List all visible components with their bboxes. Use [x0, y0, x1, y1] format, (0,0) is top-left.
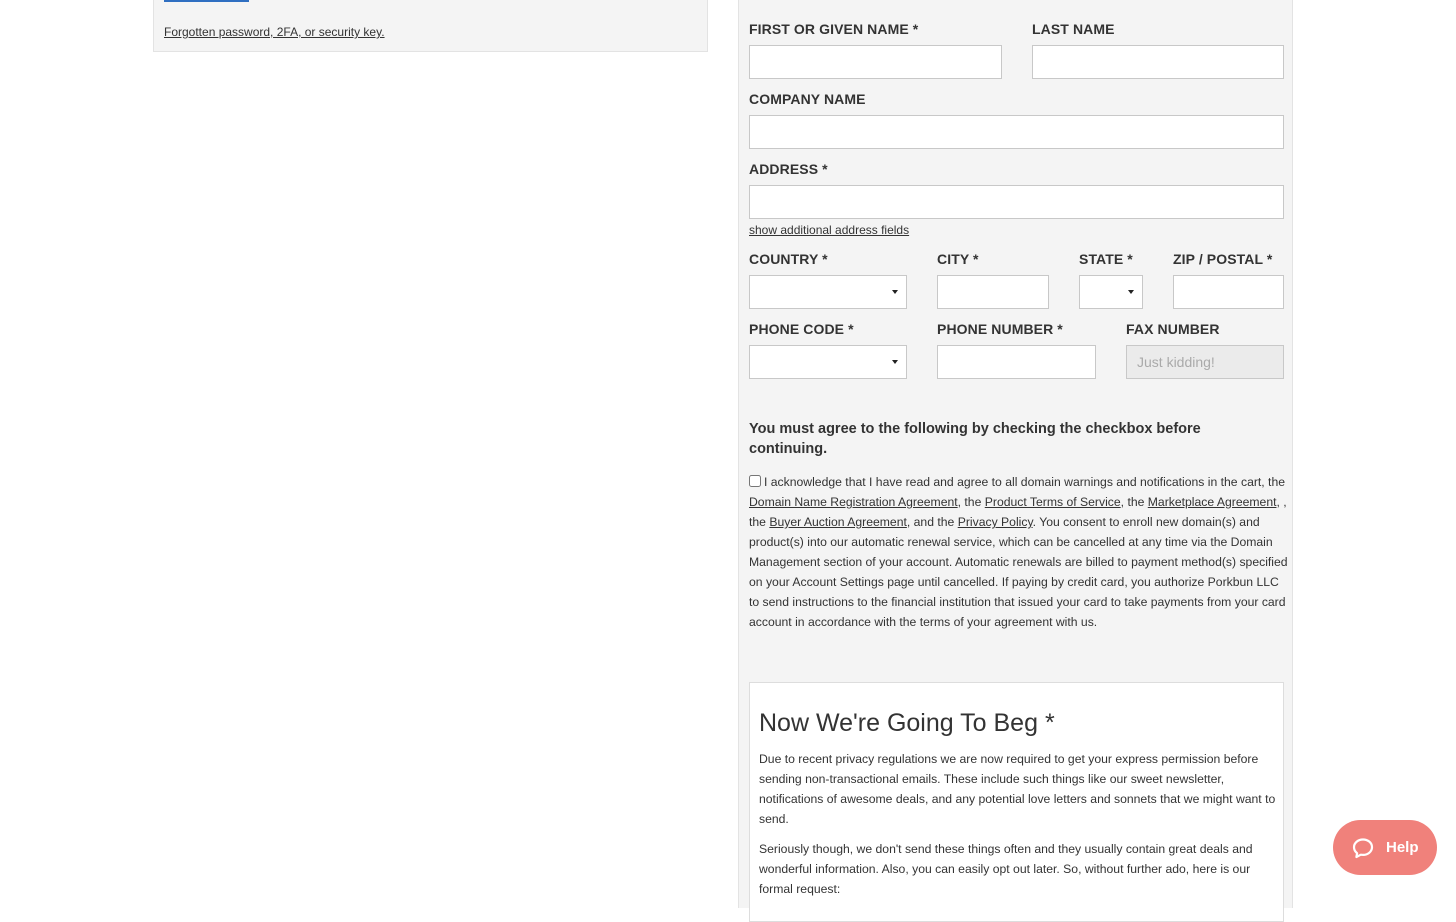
- last-name-label: LAST NAME: [1032, 21, 1115, 37]
- zip-input[interactable]: [1173, 275, 1284, 309]
- product-terms-link[interactable]: Product Terms of Service: [985, 495, 1121, 509]
- agreement-text-part: , the: [957, 495, 985, 509]
- fax-number-input: [1126, 345, 1284, 379]
- login-panel: Forgotten password, 2FA, or security key…: [153, 0, 708, 52]
- phone-code-select[interactable]: [749, 345, 907, 379]
- phone-number-input[interactable]: [937, 345, 1096, 379]
- agreement-text-part: , the: [1120, 495, 1148, 509]
- company-name-input[interactable]: [749, 115, 1284, 149]
- agreement-checkbox[interactable]: [749, 475, 761, 487]
- state-select[interactable]: [1079, 275, 1143, 309]
- email-consent-title: Now We're Going To Beg *: [759, 709, 1055, 737]
- chevron-down-icon: [892, 290, 898, 294]
- company-name-label: COMPANY NAME: [749, 91, 866, 107]
- address-label: ADDRESS *: [749, 161, 828, 177]
- registration-agreement-link[interactable]: Domain Name Registration Agreement: [749, 495, 958, 509]
- agreement-text-part: , and the: [906, 515, 958, 529]
- last-name-input[interactable]: [1032, 45, 1284, 79]
- email-consent-paragraph: Due to recent privacy regulations we are…: [759, 752, 1276, 826]
- marketplace-agreement-link[interactable]: Marketplace Agreement: [1148, 495, 1277, 509]
- chat-bubble-icon: [1352, 838, 1374, 859]
- login-button-edge[interactable]: [164, 0, 249, 2]
- privacy-policy-link[interactable]: Privacy Policy: [958, 515, 1033, 529]
- help-label: Help: [1386, 839, 1419, 856]
- chevron-down-icon: [892, 360, 898, 364]
- state-label: STATE *: [1079, 251, 1133, 267]
- city-label: CITY *: [937, 251, 979, 267]
- phone-number-label: PHONE NUMBER *: [937, 321, 1063, 337]
- buyer-auction-agreement-link[interactable]: Buyer Auction Agreement: [769, 515, 907, 529]
- chevron-down-icon: [1128, 290, 1134, 294]
- agreement-text: I acknowledge that I have read and agree…: [749, 472, 1289, 632]
- zip-label: ZIP / POSTAL *: [1173, 251, 1273, 267]
- country-select[interactable]: [749, 275, 907, 309]
- city-input[interactable]: [937, 275, 1049, 309]
- first-name-input[interactable]: [749, 45, 1002, 79]
- agreement-heading: You must agree to the following by check…: [749, 421, 1201, 457]
- help-button[interactable]: Help: [1333, 820, 1437, 875]
- first-name-label: FIRST OR GIVEN NAME *: [749, 21, 919, 37]
- agreement-text-part: I acknowledge that I have read and agree…: [764, 475, 1286, 489]
- email-consent-paragraph: Seriously though, we don't send these th…: [759, 842, 1253, 896]
- email-consent-box: Now We're Going To Beg * Due to recent p…: [749, 682, 1284, 922]
- address-input[interactable]: [749, 185, 1284, 219]
- registration-panel: FIRST OR GIVEN NAME * LAST NAME COMPANY …: [738, 0, 1293, 922]
- show-address-fields-link[interactable]: show additional address fields: [749, 223, 909, 237]
- phone-code-label: PHONE CODE *: [749, 321, 854, 337]
- country-label: COUNTRY *: [749, 251, 828, 267]
- forgot-password-link[interactable]: Forgotten password, 2FA, or security key…: [164, 25, 385, 39]
- agreement-text-part: . You consent to enroll new domain(s) an…: [749, 515, 1288, 629]
- fax-number-label: FAX NUMBER: [1126, 321, 1220, 337]
